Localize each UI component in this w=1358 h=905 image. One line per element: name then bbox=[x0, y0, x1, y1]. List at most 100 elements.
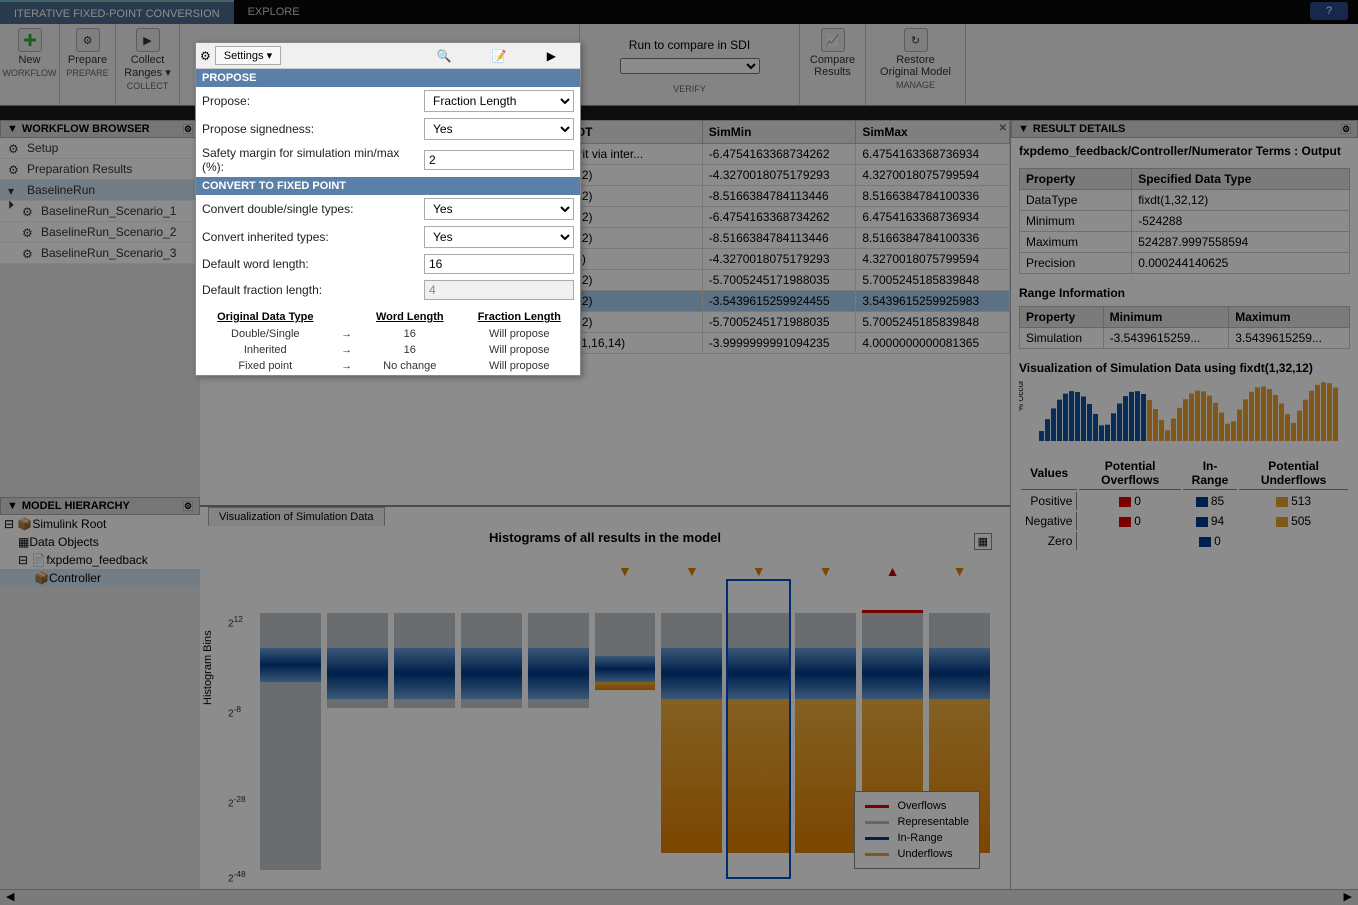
section-workflow: WORKFLOW bbox=[3, 66, 57, 80]
panel-options-icon[interactable]: ⚙ bbox=[1341, 124, 1351, 134]
propose-label: Propose: bbox=[202, 94, 424, 108]
triangle-down-icon: ▼ bbox=[7, 123, 18, 135]
values-table: ValuesPotential OverflowsIn-RangePotenti… bbox=[1019, 455, 1350, 552]
histogram-bar[interactable] bbox=[260, 579, 321, 879]
compare-results-button[interactable]: 📈 Compare Results bbox=[805, 28, 861, 78]
default-word-length-label: Default word length: bbox=[202, 257, 424, 271]
result-path: fxpdemo_feedback/Controller/Numerator Te… bbox=[1011, 138, 1358, 164]
workflow-browser-title: WORKFLOW BROWSER bbox=[22, 123, 150, 135]
prepare-label: Prepare bbox=[68, 54, 107, 66]
propose-icon[interactable]: 🔍 bbox=[437, 49, 452, 63]
range-info-table: PropertyMinimumMaximum Simulation-3.5439… bbox=[1019, 306, 1350, 349]
panel-options-icon[interactable]: ⚙ bbox=[183, 124, 193, 134]
triangle-down-icon: ▼ bbox=[7, 500, 18, 512]
workflow-item-icon: ▾ ⏵ bbox=[8, 184, 22, 196]
run-compare-dropdown[interactable] bbox=[620, 58, 760, 74]
safety-margin-input[interactable] bbox=[424, 150, 574, 170]
svg-text:% Occurrences: % Occurrences bbox=[1019, 381, 1025, 411]
settings-popup: ⚙ Settings ▾ 🔍 📝 ▶ PROPOSE Propose: Frac… bbox=[195, 42, 581, 376]
gear-icon: ⚙ bbox=[200, 49, 211, 63]
run-compare-label: Run to compare in SDI bbox=[629, 28, 750, 52]
histogram-chart[interactable]: Histogram Bins 2122-82-282-48 ▼▼▼▼▲▼ Ove… bbox=[210, 549, 1000, 889]
viz-options-icon[interactable]: ▦ bbox=[974, 533, 992, 550]
section-prepare: PREPARE bbox=[66, 66, 108, 80]
workflow-item[interactable]: ⚙Setup bbox=[0, 138, 200, 159]
scroll-right-icon[interactable]: ▶ bbox=[1338, 890, 1358, 903]
compare-icon: 📈 bbox=[821, 28, 845, 52]
convert-double-label: Convert double/single types: bbox=[202, 202, 424, 216]
workflow-item-icon: ⚙ bbox=[22, 247, 36, 259]
convert-inherited-select[interactable]: Yes bbox=[424, 226, 574, 248]
result-details-head[interactable]: ▼ RESULT DETAILS ⚙ bbox=[1011, 120, 1358, 138]
model-hierarchy-head[interactable]: ▼ MODEL HIERARCHY ⚙ bbox=[0, 497, 200, 515]
section-collect: COLLECT bbox=[127, 79, 169, 93]
restore-label: Restore Original Model bbox=[880, 54, 951, 78]
tree-item-model[interactable]: ⊟ 📄 fxpdemo_feedback bbox=[0, 551, 200, 569]
simulate-icon[interactable]: ▶ bbox=[547, 49, 556, 63]
triangle-down-icon: ▼ bbox=[1018, 123, 1029, 135]
histogram-bar[interactable] bbox=[327, 579, 388, 879]
settings-dropdown-button[interactable]: Settings ▾ bbox=[215, 46, 281, 65]
apply-icon[interactable]: 📝 bbox=[492, 49, 507, 63]
col-simmax[interactable]: SimMax✕ bbox=[856, 121, 1010, 144]
safety-margin-label: Safety margin for simulation min/max (%)… bbox=[202, 146, 424, 174]
workflow-item[interactable]: ⚙Preparation Results bbox=[0, 159, 200, 180]
model-hierarchy-title: MODEL HIERARCHY bbox=[22, 500, 130, 512]
mini-histogram: % Occurrences bbox=[1019, 381, 1350, 451]
new-button[interactable]: New bbox=[2, 28, 58, 66]
viz-legend: Overflows Representable In-Range Underfl… bbox=[854, 791, 980, 869]
workflow-item[interactable]: ⚙BaselineRun_Scenario_3 bbox=[0, 243, 200, 264]
plus-icon bbox=[18, 28, 42, 52]
histogram-bar[interactable]: ▼ bbox=[795, 579, 856, 879]
histogram-bar[interactable] bbox=[461, 579, 522, 879]
prepare-icon: ⚙ bbox=[76, 28, 100, 52]
viz-tab[interactable]: Visualization of Simulation Data bbox=[208, 507, 385, 526]
collect-ranges-button[interactable]: ▶ Collect Ranges ▾ bbox=[120, 28, 176, 79]
workflow-item[interactable]: ⚙BaselineRun_Scenario_2 bbox=[0, 222, 200, 243]
convert-section-head: CONVERT TO FIXED POINT bbox=[196, 177, 580, 195]
result-details-title: RESULT DETAILS bbox=[1033, 123, 1125, 135]
propose-section-head: PROPOSE bbox=[196, 69, 580, 87]
visualization-panel: Visualization of Simulation Data Histogr… bbox=[200, 505, 1010, 900]
result-details-panel: ▼ RESULT DETAILS ⚙ fxpdemo_feedback/Cont… bbox=[1010, 120, 1358, 900]
status-bar: ◀ ▶ bbox=[0, 889, 1358, 905]
histogram-bar[interactable]: ▼ bbox=[661, 579, 722, 879]
tab-fixed-point[interactable]: ITERATIVE FIXED-POINT CONVERSION bbox=[0, 0, 234, 24]
signedness-select[interactable]: Yes bbox=[424, 118, 574, 140]
workflow-item-icon: ⚙ bbox=[22, 205, 36, 217]
propose-select[interactable]: Fraction Length bbox=[424, 90, 574, 112]
histogram-bar[interactable]: ▼ bbox=[595, 579, 656, 879]
histogram-bar[interactable] bbox=[528, 579, 589, 879]
prepare-button[interactable]: ⚙ Prepare bbox=[60, 28, 116, 66]
histogram-bar[interactable]: ▼ bbox=[728, 579, 789, 879]
histogram-bar[interactable] bbox=[394, 579, 455, 879]
range-info-title: Range Information bbox=[1011, 278, 1358, 302]
model-hierarchy-panel: ▼ MODEL HIERARCHY ⚙ ⊟ 📦 Simulink Root ▦ … bbox=[0, 497, 200, 587]
tree-item-root[interactable]: ⊟ 📦 Simulink Root bbox=[0, 515, 200, 533]
default-fraction-length-input bbox=[424, 280, 574, 300]
top-tabs: ITERATIVE FIXED-POINT CONVERSION EXPLORE… bbox=[0, 0, 1358, 24]
workflow-browser-head[interactable]: ▼ WORKFLOW BROWSER ⚙ bbox=[0, 120, 200, 138]
tab-explore[interactable]: EXPLORE bbox=[234, 0, 314, 24]
restore-icon: ↻ bbox=[904, 28, 928, 52]
workflow-item[interactable]: ▾ ⏵BaselineRun bbox=[0, 180, 200, 201]
section-verify: VERIFY bbox=[673, 82, 706, 96]
ylabel: Histogram Bins bbox=[202, 630, 214, 705]
specified-dt-table: PropertySpecified Data Type DataTypefixd… bbox=[1019, 168, 1350, 274]
convert-double-select[interactable]: Yes bbox=[424, 198, 574, 220]
tree-item-data-objects[interactable]: ▦ Data Objects bbox=[0, 533, 200, 551]
workflow-item-icon: ⚙ bbox=[8, 142, 22, 154]
restore-button[interactable]: ↻ Restore Original Model bbox=[871, 28, 961, 78]
default-word-length-input[interactable] bbox=[424, 254, 574, 274]
collect-label: Collect Ranges ▾ bbox=[124, 54, 171, 79]
help-button[interactable]: ? bbox=[1310, 2, 1348, 20]
tree-item-controller[interactable]: 📦 Controller bbox=[0, 569, 200, 587]
panel-options-icon[interactable]: ⚙ bbox=[183, 501, 193, 511]
workflow-item[interactable]: ⚙BaselineRun_Scenario_1 bbox=[0, 201, 200, 222]
workflow-item-icon: ⚙ bbox=[22, 226, 36, 238]
default-fraction-length-label: Default fraction length: bbox=[202, 283, 424, 297]
convert-inherited-label: Convert inherited types: bbox=[202, 230, 424, 244]
col-simmin[interactable]: SimMin bbox=[702, 121, 856, 144]
close-column-icon[interactable]: ✕ bbox=[999, 123, 1007, 134]
scroll-left-icon[interactable]: ◀ bbox=[0, 890, 20, 903]
